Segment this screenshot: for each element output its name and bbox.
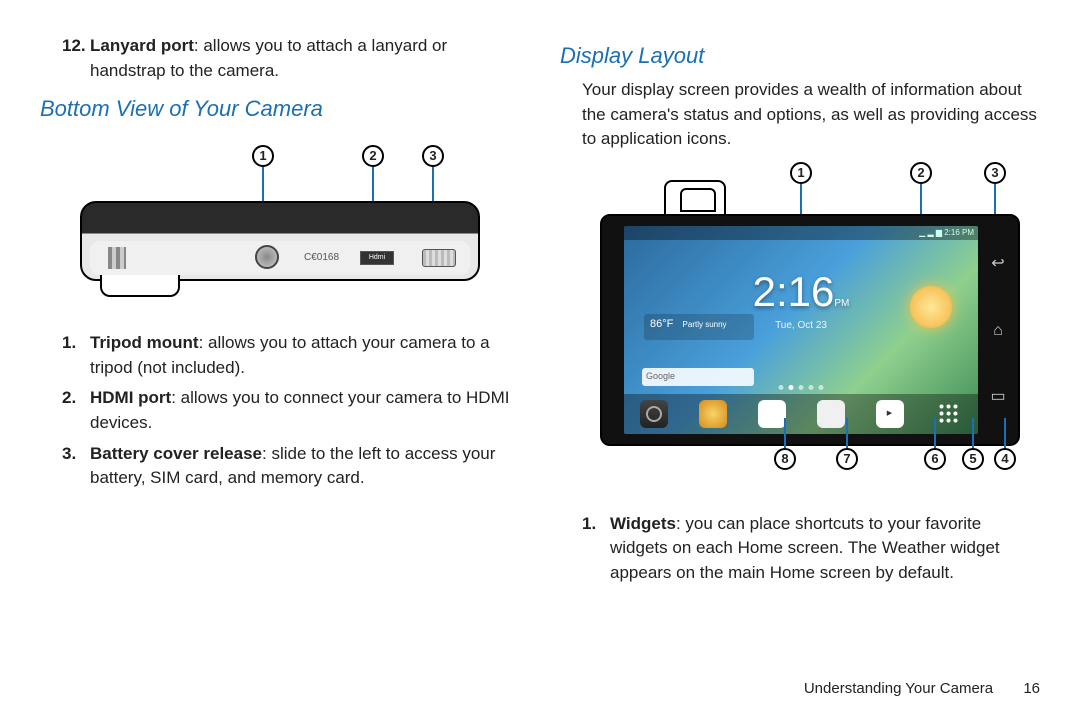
- app-apps-icon: [935, 400, 963, 428]
- page-footer: Understanding Your Camera 16: [804, 678, 1040, 700]
- list-item: 1. Widgets: you can place shortcuts to y…: [582, 512, 1040, 586]
- app-gallery-icon: [699, 400, 727, 428]
- callout-marker: 1: [790, 162, 812, 184]
- callout-marker: 3: [422, 145, 444, 167]
- list-item: 12. Lanyard port: allows you to attach a…: [62, 34, 520, 83]
- right-column: Display Layout Your display screen provi…: [560, 30, 1040, 592]
- callout-marker: 8: [774, 448, 796, 470]
- app-att-locker-icon: [817, 400, 845, 428]
- footer-section: Understanding Your Camera: [804, 680, 993, 697]
- callout-marker: 3: [984, 162, 1006, 184]
- list-item: 2. HDMI port: allows you to connect your…: [62, 386, 520, 435]
- intro-paragraph: Your display screen provides a wealth of…: [582, 78, 1040, 152]
- callout-marker: 6: [924, 448, 946, 470]
- side-nav-buttons: ↩ ⌂ ▭: [984, 230, 1012, 430]
- status-bar: ▁ ▂ ▆ 2:16 PM: [624, 226, 978, 240]
- callout-marker: 2: [910, 162, 932, 184]
- sun-icon: [910, 286, 952, 328]
- list-item: 1. Tripod mount: allows you to attach yo…: [62, 331, 520, 380]
- app-play-store-icon: ▶: [876, 400, 904, 428]
- search-widget: Google: [642, 368, 754, 386]
- callout-marker: 1: [252, 145, 274, 167]
- tripod-mount-icon: [255, 245, 279, 269]
- callout-marker: 2: [362, 145, 384, 167]
- app-camera-icon: [640, 400, 668, 428]
- battery-cover-icon: [422, 249, 456, 267]
- figure-display-layout: 1 2 3 ▁ ▂ ▆ 2:16 PM 2:16PM Tue, Oct 23 8…: [600, 162, 1030, 502]
- section-heading-bottom-view: Bottom View of Your Camera: [40, 93, 520, 125]
- list-item: 3. Battery cover release: slide to the l…: [62, 442, 520, 491]
- item-number: 12.: [62, 34, 90, 83]
- ce-label: C€0168: [304, 251, 339, 266]
- footer-page-number: 16: [1023, 680, 1040, 697]
- item-term: Lanyard port: [90, 36, 194, 55]
- left-column: 12. Lanyard port: allows you to attach a…: [40, 30, 520, 592]
- section-heading-display-layout: Display Layout: [560, 40, 1040, 72]
- recent-icon: ▭: [987, 385, 1009, 407]
- app-samsung-icon: [758, 400, 786, 428]
- device-screen: ▁ ▂ ▆ 2:16 PM 2:16PM Tue, Oct 23 86°F Pa…: [600, 214, 1020, 446]
- home-icon: ⌂: [987, 319, 1009, 341]
- camera-body-illustration: C€0168 Hdmi: [80, 201, 480, 281]
- hdmi-port-icon: Hdmi: [360, 251, 394, 265]
- app-dock: ▶: [624, 394, 978, 434]
- callout-marker: 5: [962, 448, 984, 470]
- page-indicator: [779, 385, 824, 390]
- weather-widget: 86°F Partly sunny: [644, 314, 754, 340]
- callout-marker: 4: [994, 448, 1016, 470]
- callout-marker: 7: [836, 448, 858, 470]
- figure-camera-bottom: 1 2 3 C€0168 Hdmi: [80, 145, 480, 315]
- back-icon: ↩: [987, 252, 1009, 274]
